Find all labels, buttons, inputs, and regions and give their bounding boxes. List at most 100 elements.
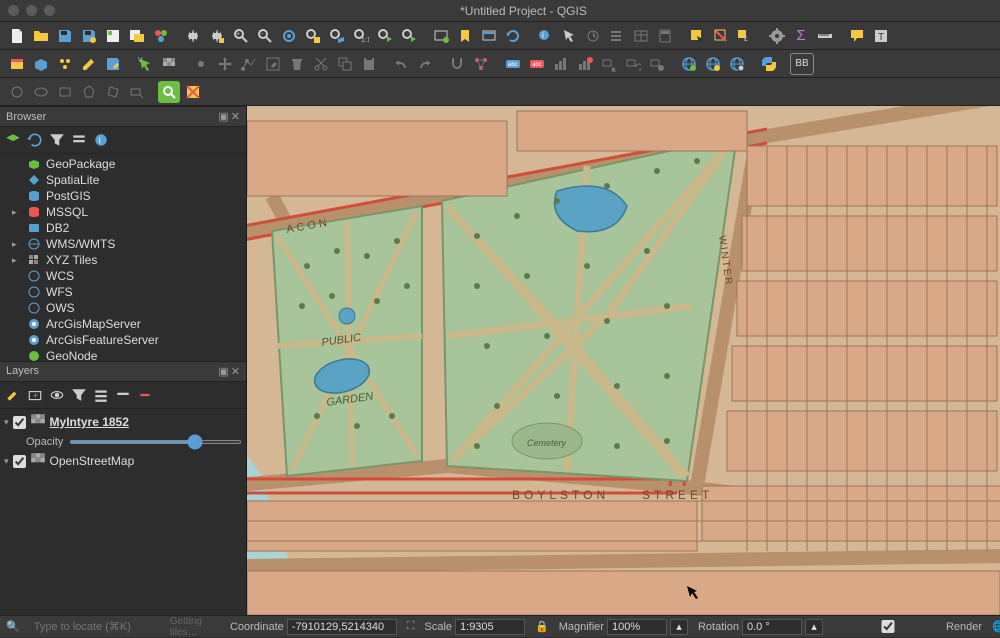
- add-group-icon[interactable]: +: [26, 386, 44, 404]
- browser-item-xyz[interactable]: ▸XYZ Tiles: [0, 252, 246, 268]
- new-geopackage-button[interactable]: [30, 53, 52, 75]
- map-canvas[interactable]: PUBLIC GARDEN Cemetery BOYLSTON STREET A…: [247, 106, 1000, 615]
- expand-all-icon[interactable]: [92, 386, 110, 404]
- browser-item-postgis[interactable]: PostGIS: [0, 188, 246, 204]
- layer-labeling-move-button[interactable]: [598, 53, 620, 75]
- enable-snapping-button[interactable]: [446, 53, 468, 75]
- browser-item-wcs[interactable]: WCS: [0, 268, 246, 284]
- save-as-button[interactable]: [78, 25, 100, 47]
- label-toolbar-abc-button[interactable]: abc: [502, 53, 524, 75]
- pan-selection-button[interactable]: [206, 25, 228, 47]
- zoom-native-button[interactable]: 1:1: [350, 25, 372, 47]
- close-layers-panel-icon[interactable]: ✕: [231, 365, 240, 378]
- toolbox-button[interactable]: [766, 25, 788, 47]
- zoom-full-button[interactable]: [278, 25, 300, 47]
- render-checkbox[interactable]: [833, 620, 943, 633]
- add-raster-button[interactable]: [158, 53, 180, 75]
- temporal-controller-button[interactable]: [478, 25, 500, 47]
- shape-rotated-rect-button[interactable]: [102, 81, 124, 103]
- shape-polygon-button[interactable]: [78, 81, 100, 103]
- collapse-all-icon[interactable]: [70, 131, 88, 149]
- layer-diagram-2-button[interactable]: [574, 53, 596, 75]
- georeferencer-button[interactable]: [182, 81, 204, 103]
- topological-editing-button[interactable]: [470, 53, 492, 75]
- new-map-view-button[interactable]: [430, 25, 452, 47]
- browser-item-mssql[interactable]: ▸MSSQL: [0, 204, 246, 220]
- browser-item-ows[interactable]: OWS: [0, 300, 246, 316]
- web-wfs-button[interactable]: [702, 53, 724, 75]
- shape-ellipse-button[interactable]: [30, 81, 52, 103]
- crs-button[interactable]: 🌐 EPSG:3857: [992, 620, 1000, 633]
- save-edits-button[interactable]: [102, 53, 124, 75]
- measure-button[interactable]: [814, 25, 836, 47]
- action-button[interactable]: [582, 25, 604, 47]
- browser-item-geonode[interactable]: GeoNode: [0, 348, 246, 361]
- python-console-button[interactable]: [758, 53, 780, 75]
- rotation-stepper[interactable]: ▴: [805, 619, 823, 635]
- undock-layers-panel-icon[interactable]: ▣: [218, 365, 228, 378]
- statistics-button[interactable]: Σ: [790, 25, 812, 47]
- maximize-window-button[interactable]: [44, 5, 55, 16]
- locator-input[interactable]: [30, 620, 160, 634]
- expand-icon[interactable]: ▾: [4, 417, 9, 428]
- close-window-button[interactable]: [8, 5, 19, 16]
- filter-legend-icon[interactable]: [70, 386, 88, 404]
- layer-labeling-rotate-button[interactable]: [622, 53, 644, 75]
- zoom-last-button[interactable]: [374, 25, 396, 47]
- diagram-button[interactable]: [550, 53, 572, 75]
- label-toolbar-abc-red-button[interactable]: abc: [526, 53, 548, 75]
- layers-tree[interactable]: ▾ MyIntyre 1852 Opacity ▾ OpenStreetMap: [0, 409, 246, 616]
- browser-item-wms[interactable]: ▸WMS/WMTS: [0, 236, 246, 252]
- paste-features-button[interactable]: [358, 53, 380, 75]
- zoom-selection-button[interactable]: [302, 25, 324, 47]
- browser-item-wfs[interactable]: WFS: [0, 284, 246, 300]
- layer-visibility-checkbox[interactable]: [13, 416, 26, 429]
- select-features-button[interactable]: [686, 25, 708, 47]
- georeferencer-find-button[interactable]: [158, 81, 180, 103]
- modify-attributes-button[interactable]: [262, 53, 284, 75]
- toggle-editing-button[interactable]: [78, 53, 100, 75]
- undock-panel-icon[interactable]: ▣: [218, 110, 228, 123]
- move-feature-button[interactable]: [214, 53, 236, 75]
- zoom-in-button[interactable]: +: [230, 25, 252, 47]
- shape-annotation-button[interactable]: [126, 81, 148, 103]
- shape-rect-button[interactable]: [54, 81, 76, 103]
- browser-item-arcgismap[interactable]: ArcGisMapServer: [0, 316, 246, 332]
- plugin-bb-button[interactable]: BB: [790, 53, 814, 75]
- redo-button[interactable]: [414, 53, 436, 75]
- minimize-window-button[interactable]: [26, 5, 37, 16]
- refresh-button[interactable]: [502, 25, 524, 47]
- style-manager-button[interactable]: [150, 25, 172, 47]
- layer-visibility-checkbox[interactable]: [13, 455, 26, 468]
- expand-icon[interactable]: ▾: [4, 456, 9, 467]
- coordinate-input[interactable]: [287, 619, 397, 635]
- browser-item-arcgisfeat[interactable]: ArcGisFeatureServer: [0, 332, 246, 348]
- layer-row-myintyre[interactable]: ▾ MyIntyre 1852: [0, 411, 246, 434]
- web-metasearch-button[interactable]: [726, 53, 748, 75]
- layer-row-osm[interactable]: ▾ OpenStreetMap: [0, 450, 246, 473]
- new-bookmark-button[interactable]: [454, 25, 476, 47]
- browser-tree[interactable]: GeoPackage SpatiaLite PostGIS ▸MSSQL DB2…: [0, 154, 246, 361]
- add-feature-button[interactable]: [190, 53, 212, 75]
- open-table-button[interactable]: [630, 25, 652, 47]
- browser-panel-header[interactable]: Browser ▣ ✕: [0, 106, 246, 127]
- deselect-button[interactable]: [710, 25, 732, 47]
- scale-input[interactable]: [455, 619, 525, 635]
- filter-browser-icon[interactable]: [48, 131, 66, 149]
- cut-features-button[interactable]: [310, 53, 332, 75]
- new-shapefile-button[interactable]: [54, 53, 76, 75]
- collapse-all-layers-icon[interactable]: [114, 386, 132, 404]
- annotation-text-button[interactable]: T: [870, 25, 892, 47]
- actions-dropdown[interactable]: [606, 25, 628, 47]
- extents-toggle-icon[interactable]: ⛶: [407, 620, 415, 633]
- lock-scale-icon[interactable]: 🔒: [535, 620, 549, 633]
- data-source-manager-button[interactable]: [6, 53, 28, 75]
- open-project-button[interactable]: [30, 25, 52, 47]
- vertex-tool-button[interactable]: [238, 53, 260, 75]
- magnifier-input[interactable]: [607, 619, 667, 635]
- opacity-slider[interactable]: [69, 440, 242, 444]
- properties-browser-icon[interactable]: i: [92, 131, 110, 149]
- select-by-value-button[interactable]: ε: [734, 25, 756, 47]
- identify-button[interactable]: i: [534, 25, 556, 47]
- select-icon[interactable]: [558, 25, 580, 47]
